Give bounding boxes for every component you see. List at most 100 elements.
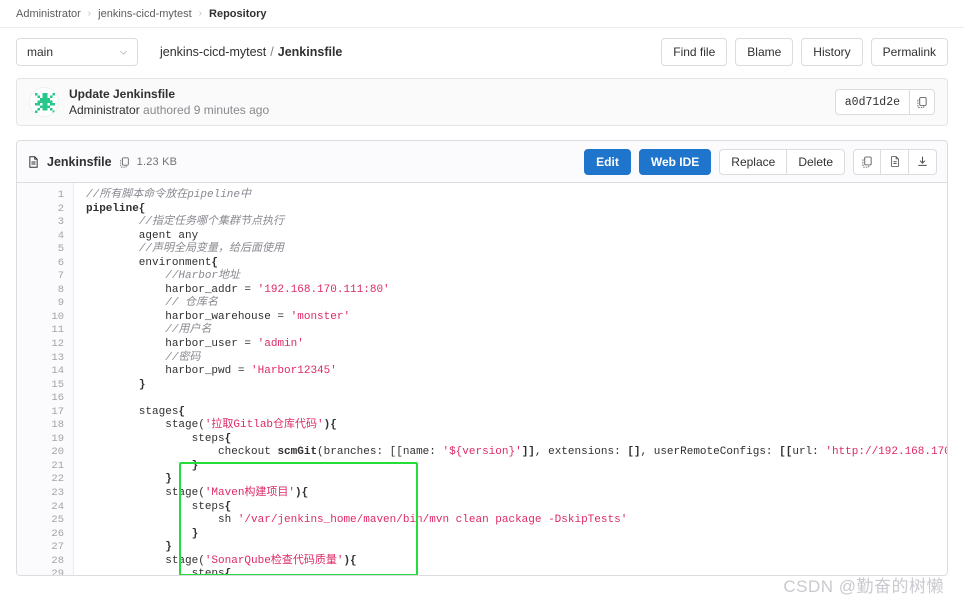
code-token: , userRemoteConfigs: xyxy=(640,446,780,459)
code-token: } xyxy=(191,527,199,540)
breadcrumb-separator-icon: › xyxy=(198,8,203,19)
code-token: ){ xyxy=(343,554,357,567)
line-number: 28 xyxy=(51,554,64,567)
breadcrumb-separator-icon: › xyxy=(87,8,92,19)
code-token: '/var/jenkins_home/maven/bin/mvn clean p… xyxy=(237,514,628,527)
commit-timestamp: authored 9 minutes ago xyxy=(143,103,270,117)
download-icon[interactable] xyxy=(909,148,937,175)
file-blob: Jenkinsfile 1.23 KB Edit Web IDE Replace… xyxy=(16,140,948,576)
code-token: , extensions: xyxy=(534,446,628,459)
code-token: checkout xyxy=(86,446,278,459)
code-token: ]] xyxy=(521,446,535,459)
blob-file-info: Jenkinsfile 1.23 KB xyxy=(27,155,177,169)
code-token: ){ xyxy=(323,419,337,432)
line-number: 29 xyxy=(51,568,64,576)
line-number: 22 xyxy=(51,473,64,486)
commit-sha-group: a0d71d2e xyxy=(834,89,935,115)
commit-title[interactable]: Update Jenkinsfile xyxy=(69,86,269,102)
code-line: } xyxy=(74,473,947,487)
code-token: 'Harbor12345' xyxy=(251,365,337,378)
line-number: 18 xyxy=(51,419,64,432)
file-path-separator: / xyxy=(270,45,274,59)
branch-select[interactable]: main xyxy=(16,38,138,66)
code-line: } xyxy=(74,528,947,542)
line-number: 14 xyxy=(51,365,64,378)
blame-button[interactable]: Blame xyxy=(735,38,794,66)
code-token: //指定任务哪个集群节点执行 xyxy=(138,216,285,229)
code-token: //Harbor地址 xyxy=(165,270,241,283)
code-content[interactable]: //所有脚本命令放在pipeline中 pipeline{ //指定任务哪个集群节… xyxy=(74,183,947,575)
repository-file-page: Administrator › jenkins-cicd-mytest › Re… xyxy=(0,0,964,607)
code-token: { xyxy=(224,432,232,445)
copy-path-icon[interactable] xyxy=(119,156,130,168)
line-number: 4 xyxy=(57,229,64,242)
code-line: stages{ xyxy=(74,406,947,420)
code-token: } xyxy=(191,459,199,472)
line-number: 2 xyxy=(57,202,64,215)
line-number: 8 xyxy=(57,283,64,296)
permalink-button[interactable]: Permalink xyxy=(870,38,948,66)
file-icon xyxy=(27,155,40,169)
replace-delete-group: Replace Delete xyxy=(719,148,845,175)
blob-icon-button-group xyxy=(853,148,937,175)
code-line: pipeline{ xyxy=(74,203,947,217)
code-token: sh xyxy=(86,514,238,527)
file-path-repo[interactable]: jenkins-cicd-mytest xyxy=(160,45,266,59)
find-file-button[interactable]: Find file xyxy=(661,38,728,66)
code-line: } xyxy=(74,379,947,393)
code-token: harbor_user = xyxy=(86,338,258,351)
code-viewer[interactable]: 1 2 3 4 5 6 7 8 9 10 11 12 13 14 15 16 17 18 19 20 21 22 23 24 2… xyxy=(17,183,947,576)
code-token: //用户名 xyxy=(165,324,212,337)
code-line: //Harbor地址 xyxy=(74,270,947,284)
code-token: 'Maven构建项目' xyxy=(204,487,296,500)
code-line: harbor_warehouse = 'monster' xyxy=(74,311,947,325)
code-token: environment xyxy=(86,256,212,269)
delete-button[interactable]: Delete xyxy=(787,148,845,175)
code-token: harbor_pwd = xyxy=(86,365,252,378)
line-number: 25 xyxy=(51,514,64,527)
code-line: harbor_user = 'admin' xyxy=(74,338,947,352)
line-number: 13 xyxy=(51,351,64,364)
code-token: harbor_warehouse = xyxy=(86,310,291,323)
web-ide-button[interactable]: Web IDE xyxy=(638,148,712,175)
line-number: 6 xyxy=(57,256,64,269)
breadcrumb-item-project[interactable]: jenkins-cicd-mytest xyxy=(98,8,192,20)
commit-author[interactable]: Administrator xyxy=(69,103,140,117)
code-line: //密码 xyxy=(74,352,947,366)
code-line: harbor_addr = '192.168.170.111:80' xyxy=(74,284,947,298)
code-token: 'SonarQube检查代码质量' xyxy=(204,554,344,567)
copy-icon[interactable] xyxy=(909,89,935,115)
code-token: //声明全局变量，给后面使用 xyxy=(138,243,285,256)
edit-button[interactable]: Edit xyxy=(584,148,631,175)
code-line: checkout scmGit(branches: [[name: '${ver… xyxy=(74,446,947,460)
line-number: 5 xyxy=(57,243,64,256)
code-token: stage( xyxy=(86,487,205,500)
history-button[interactable]: History xyxy=(801,38,863,66)
line-number: 10 xyxy=(51,310,64,323)
code-token: 'admin' xyxy=(257,338,304,351)
copy-contents-icon[interactable] xyxy=(853,148,881,175)
open-raw-icon[interactable] xyxy=(881,148,909,175)
file-path: jenkins-cicd-mytest / Jenkinsfile xyxy=(160,45,342,59)
breadcrumb-item-administrator[interactable]: Administrator xyxy=(16,8,81,20)
identicon-avatar[interactable] xyxy=(29,87,59,117)
line-number: 20 xyxy=(51,446,64,459)
breadcrumb-item-repository[interactable]: Repository xyxy=(209,8,266,20)
commit-sha[interactable]: a0d71d2e xyxy=(834,89,909,115)
commit-text: Update Jenkinsfile Administrator authore… xyxy=(69,86,269,118)
code-line: steps{ xyxy=(74,433,947,447)
code-line: stage('拉取Gitlab仓库代码'){ xyxy=(74,419,947,433)
line-number: 19 xyxy=(51,432,64,445)
line-number: 11 xyxy=(51,324,64,337)
replace-button[interactable]: Replace xyxy=(719,148,788,175)
code-token: { xyxy=(224,500,232,513)
line-number-gutter: 1 2 3 4 5 6 7 8 9 10 11 12 13 14 15 16 17 18 19 20 21 22 23 24 2… xyxy=(17,183,74,576)
